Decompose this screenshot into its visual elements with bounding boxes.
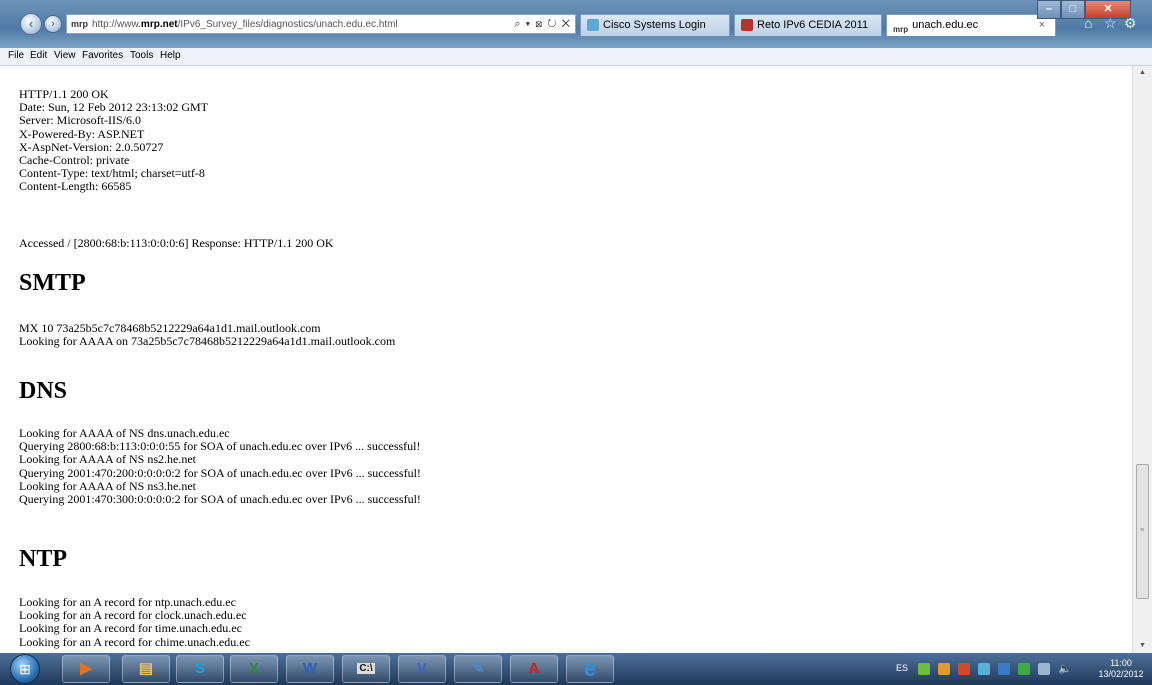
explorer-folder-button[interactable]: ▤ bbox=[122, 655, 170, 683]
dns-heading: DNS bbox=[19, 378, 68, 404]
scrollbar-grip-icon: ≡ bbox=[1140, 527, 1145, 534]
scrollbar-thumb[interactable]: ≡ bbox=[1136, 464, 1149, 599]
dns-line: Looking for AAAA of NS ns2.he.net bbox=[19, 452, 196, 467]
vertical-scrollbar[interactable]: ▲ ≡ ▼ bbox=[1132, 66, 1152, 653]
back-button[interactable]: ‹ bbox=[20, 13, 42, 35]
tray-app-icon[interactable] bbox=[938, 663, 950, 675]
dns-line: Querying 2001:470:300:0:0:0:0:2 for SOA … bbox=[19, 492, 421, 507]
address-prefix: http://www. bbox=[92, 19, 141, 30]
tab-label: Reto IPv6 CEDIA 2011 bbox=[757, 19, 869, 31]
menu-view[interactable]: View bbox=[54, 50, 76, 61]
minimize-button[interactable]: – bbox=[1037, 0, 1061, 19]
ntp-line: Looking for an A record for time.unach.e… bbox=[19, 621, 242, 636]
maximize-button[interactable]: □ bbox=[1061, 0, 1085, 19]
command-prompt-icon: C:\ bbox=[357, 663, 375, 674]
browser-title-bar: ‹ › mrp http://www.mrp.net/IPv6_Survey_fi… bbox=[0, 0, 1152, 48]
smtp-section: MX 10 73a25b5c7c78468b5212229a64a1d1.mai… bbox=[19, 321, 396, 349]
word-icon: W bbox=[302, 660, 318, 677]
smtp-heading: SMTP bbox=[19, 270, 86, 296]
visio-button[interactable]: V bbox=[398, 655, 446, 683]
ntp-heading: NTP bbox=[19, 546, 67, 572]
tray-app-icon[interactable] bbox=[998, 663, 1010, 675]
tab-unach-edu-ec[interactable]: mrp unach.edu.ec × bbox=[886, 14, 1056, 36]
clock-date: 13/02/2012 bbox=[1098, 669, 1144, 679]
header-line: X-Powered-By: ASP.NET bbox=[19, 126, 145, 141]
tab-label: Cisco Systems Login bbox=[603, 19, 706, 31]
tab-cisco-systems-login[interactable]: Cisco Systems Login bbox=[580, 14, 730, 36]
header-line: Server: Microsoft-IIS/6.0 bbox=[19, 113, 141, 128]
address-bar[interactable]: mrp http://www.mrp.net/IPv6_Survey_files/… bbox=[66, 14, 576, 34]
scroll-down-arrow-icon[interactable]: ▼ bbox=[1133, 639, 1152, 653]
dns-line: Querying 2001:470:200:0:0:0:0:2 for SOA … bbox=[19, 465, 421, 480]
tab-reto-ipv6-cedia[interactable]: Reto IPv6 CEDIA 2011 bbox=[734, 14, 882, 36]
volume-icon[interactable]: 🔈 bbox=[1058, 662, 1072, 675]
home-icon[interactable]: ⌂ bbox=[1084, 15, 1092, 31]
paint-icon: ✎ bbox=[471, 660, 485, 677]
excel-icon: X bbox=[248, 660, 259, 677]
tray-app-icon[interactable] bbox=[978, 663, 990, 675]
mrp-icon: mrp bbox=[893, 25, 909, 35]
visio-icon: V bbox=[416, 660, 427, 677]
folder-icon: ▤ bbox=[138, 660, 154, 677]
tools-gear-icon[interactable]: ⚙ bbox=[1124, 15, 1137, 32]
site-favicon-icon: mrp bbox=[71, 19, 89, 29]
command-prompt-button[interactable]: C:\ bbox=[342, 655, 390, 683]
menu-favorites[interactable]: Favorites bbox=[82, 50, 123, 61]
page-content: HTTP/1.1 200 OK Date: Sun, 12 Feb 2012 2… bbox=[0, 66, 1132, 653]
tab-label: unach.edu.ec bbox=[912, 19, 979, 31]
system-clock[interactable]: 11:00 13/02/2012 bbox=[1098, 658, 1144, 680]
clock-time: 11:00 bbox=[1110, 658, 1132, 668]
tray-check-icon[interactable] bbox=[1018, 663, 1030, 675]
menu-file[interactable]: File bbox=[8, 50, 24, 61]
address-path: /IPv6_Survey_files/diagnostics/unach.edu… bbox=[177, 19, 398, 30]
cisco-icon bbox=[587, 19, 599, 32]
start-button[interactable]: ⊞ bbox=[10, 654, 40, 684]
menu-edit[interactable]: Edit bbox=[30, 50, 47, 61]
skype-button[interactable]: S bbox=[176, 655, 224, 683]
address-bar-tools[interactable]: ⌕ ▾ ⊠ ↻ ✕ bbox=[514, 15, 571, 33]
windows-taskbar: ⊞ ▶ ▤ S X W C:\ V ✎ A e ES 🔈 11:00 13/02… bbox=[0, 653, 1152, 685]
accessed-line: Accessed / [2800:68:b:113:0:0:0:6] Respo… bbox=[19, 236, 334, 250]
address-domain: mrp.net bbox=[140, 19, 178, 30]
header-line: Content-Length: 66585 bbox=[19, 179, 132, 194]
network-icon[interactable] bbox=[1038, 663, 1050, 675]
smtp-line: Looking for AAAA on 73a25b5c7c78468b5212… bbox=[19, 334, 396, 349]
internet-explorer-button[interactable]: e bbox=[566, 655, 614, 683]
dns-section: Looking for AAAA of NS dns.unach.edu.ec … bbox=[19, 426, 421, 507]
favorites-star-icon[interactable]: ☆ bbox=[1104, 15, 1117, 32]
ntp-section: Looking for an A record for ntp.unach.ed… bbox=[19, 595, 250, 649]
acrobat-icon: A bbox=[528, 660, 540, 677]
internet-explorer-icon: e bbox=[583, 656, 597, 681]
menu-tools[interactable]: Tools bbox=[130, 50, 153, 61]
media-player-icon: ▶ bbox=[80, 660, 92, 677]
forward-button[interactable]: › bbox=[44, 15, 62, 33]
cedia-icon bbox=[741, 19, 753, 32]
acrobat-button[interactable]: A bbox=[510, 655, 558, 683]
scroll-up-arrow-icon[interactable]: ▲ bbox=[1133, 66, 1152, 80]
tray-app-icon[interactable] bbox=[918, 663, 930, 675]
word-button[interactable]: W bbox=[286, 655, 334, 683]
menu-help[interactable]: Help bbox=[160, 50, 181, 61]
menu-bar: File Edit View Favorites Tools Help bbox=[0, 48, 1152, 66]
http-headers: HTTP/1.1 200 OK Date: Sun, 12 Feb 2012 2… bbox=[19, 87, 208, 194]
media-player-button[interactable]: ▶ bbox=[62, 655, 110, 683]
ntp-line: Looking for an A record for chime.unach.… bbox=[19, 634, 250, 649]
paint-button[interactable]: ✎ bbox=[454, 655, 502, 683]
skype-icon: S bbox=[194, 660, 205, 677]
tray-app-icon[interactable] bbox=[958, 663, 970, 675]
language-indicator[interactable]: ES bbox=[896, 663, 908, 673]
excel-button[interactable]: X bbox=[230, 655, 278, 683]
